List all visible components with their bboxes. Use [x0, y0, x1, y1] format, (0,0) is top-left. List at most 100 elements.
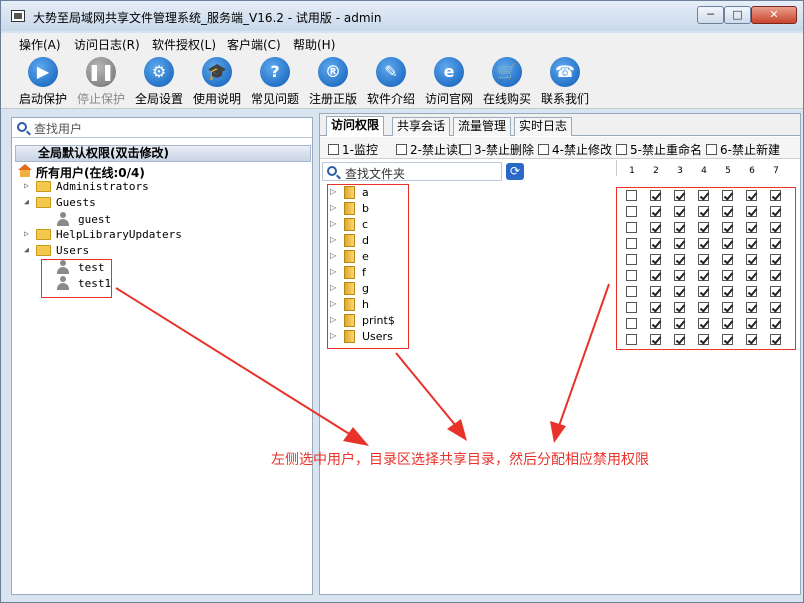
search-icon [327, 166, 337, 176]
column-number: 3 [677, 166, 683, 176]
all-users-label: 所有用户(在线:0/4) [36, 166, 145, 180]
question-icon: ? [260, 57, 290, 87]
permission-option-label: 3-禁止删除 [474, 143, 534, 157]
menu-client[interactable]: 客户端(C) [227, 36, 281, 53]
permission-option-label: 1-监控 [342, 143, 378, 157]
app-icon [11, 10, 25, 22]
toolbar-button-label: 联系我们 [540, 92, 589, 106]
tab-traffic[interactable]: 流量管理 [453, 117, 512, 136]
toolbar-button-10[interactable]: ☎ 联系我们 [536, 55, 594, 107]
toolbar-button-label: 在线购买 [482, 92, 531, 106]
toolbar-button-7[interactable]: ✎ 软件介绍 [362, 55, 420, 107]
permission-option-1[interactable]: 1-监控 [328, 141, 378, 158]
pause-icon: ❚❚ [86, 57, 116, 87]
permission-column-header: 1 2 3 4 5 6 7 [618, 166, 800, 180]
toolbar-button-label: 常见问题 [250, 92, 299, 106]
user-label: guest [78, 213, 112, 226]
column-number: 6 [749, 166, 755, 176]
toolbar-button-3[interactable]: ⚙ 全局设置 [130, 55, 188, 107]
app-window: 大势至局域网共享文件管理系统_服务端_V16.2 - 试用版 - admin ─… [0, 0, 804, 603]
column-number: 4 [701, 166, 707, 176]
permission-options-bar: 1-监控 2-禁止读取 3-禁止删除 4-禁止修改 5-禁止重命名 6-禁止新建 [320, 137, 800, 159]
user-icon [56, 212, 70, 226]
menu-access-log[interactable]: 访问日志(R) [74, 36, 140, 53]
shopping-cart-icon: 🛒 [492, 57, 522, 87]
permission-option-label: 6-禁止新建 [720, 143, 780, 157]
group-node[interactable]: ◢ Users [24, 244, 274, 258]
maximize-button[interactable]: □ [724, 6, 751, 24]
group-node[interactable]: ▷ Administrators [24, 180, 274, 194]
graduation-cap-icon: 🎓 [202, 57, 232, 87]
toolbar-button-5[interactable]: ? 常见问题 [246, 55, 304, 107]
column-number: 5 [725, 166, 731, 176]
refresh-button[interactable]: ⟳ [506, 163, 524, 180]
toolbar-button-label: 注册正版 [308, 92, 357, 106]
minimize-button[interactable]: ─ [697, 6, 724, 24]
toolbar-button-label: 访问官网 [424, 92, 473, 106]
toolbar-button-8[interactable]: e 访问官网 [420, 55, 478, 107]
permission-option-5[interactable]: 5-禁止重命名 [616, 141, 702, 158]
permission-option-6[interactable]: 6-禁止新建 [706, 141, 780, 158]
window-title: 大势至局域网共享文件管理系统_服务端_V16.2 - 试用版 - admin [33, 11, 382, 25]
column-separator [616, 160, 617, 176]
folder-icon [36, 229, 51, 240]
close-button[interactable]: ✕ [751, 6, 797, 24]
toolbar: ▶ 启动保护 ❚❚ 停止保护 ⚙ 全局设置 🎓 使用说明? 常见问题 ® 注册正版 ✎ 软件介绍 e 访问官… [1, 53, 803, 109]
folder-icon [36, 181, 51, 192]
toolbar-button-6[interactable]: ® 注册正版 [304, 55, 362, 107]
tab-strip: 访问权限 共享会话 流量管理 实时日志 [320, 114, 800, 136]
user-node[interactable]: guest [56, 212, 176, 227]
checkbox[interactable] [396, 144, 407, 155]
toolbar-button-9[interactable]: 🛒 在线购买 [478, 55, 536, 107]
instruction-annotation: 左侧选中用户，目录区选择共享目录，然后分配相应禁用权限 [271, 452, 649, 468]
menu-bar: 操作(A) 访问日志(R) 软件授权(L) 客户端(C) 帮助(H) [1, 33, 803, 53]
all-users-node[interactable]: 所有用户(在线:0/4) [18, 164, 145, 181]
permission-option-label: 5-禁止重命名 [630, 143, 702, 157]
expander-icon[interactable]: ▷ [24, 181, 32, 191]
gear-icon: ⚙ [144, 57, 174, 87]
search-icon [17, 122, 27, 132]
folder-search-placeholder: 查找文件夹 [345, 167, 406, 181]
folder-icon [36, 245, 51, 256]
toolbar-button-2: ❚❚ 停止保护 [72, 55, 130, 107]
tab-access-permission[interactable]: 访问权限 [326, 116, 385, 136]
permission-option-3[interactable]: 3-禁止删除 [460, 141, 534, 158]
group-node[interactable]: ▷ HelpLibraryUpdaters [24, 228, 274, 242]
registered-icon: ® [318, 57, 348, 87]
highlight-users-box [41, 259, 112, 298]
column-number: 1 [629, 166, 635, 176]
home-icon [18, 164, 32, 177]
tab-realtime-log[interactable]: 实时日志 [514, 117, 573, 136]
toolbar-button-label: 全局设置 [134, 92, 183, 106]
folder-search-input[interactable]: 查找文件夹 [322, 162, 502, 181]
group-label: Guests [56, 196, 96, 209]
tab-share-session[interactable]: 共享会话 [392, 117, 451, 136]
toolbar-button-label: 启动保护 [18, 92, 67, 106]
checkbox[interactable] [538, 144, 549, 155]
group-label: Users [56, 244, 90, 257]
expander-icon[interactable]: ◢ [24, 197, 32, 207]
user-search-input[interactable]: 查找用户 [12, 118, 312, 138]
checkbox[interactable] [328, 144, 339, 155]
toolbar-button-1[interactable]: ▶ 启动保护 [14, 55, 72, 107]
toolbar-button-4[interactable]: 🎓 使用说明 [188, 55, 246, 107]
permission-option-2[interactable]: 2-禁止读取 [396, 141, 470, 158]
toolbar-button-label: 使用说明 [192, 92, 241, 106]
column-number: 7 [773, 166, 779, 176]
highlight-permissions-box [616, 187, 796, 350]
permission-option-4[interactable]: 4-禁止修改 [538, 141, 612, 158]
expander-icon[interactable]: ▷ [24, 229, 32, 239]
menu-license[interactable]: 软件授权(L) [152, 36, 216, 53]
title-bar: 大势至局域网共享文件管理系统_服务端_V16.2 - 试用版 - admin ─… [1, 1, 803, 31]
checkbox[interactable] [616, 144, 627, 155]
menu-operate[interactable]: 操作(A) [19, 36, 61, 53]
highlight-folders-box [327, 184, 409, 349]
document-edit-icon: ✎ [376, 57, 406, 87]
expander-icon[interactable]: ◢ [24, 245, 32, 255]
ie-browser-icon: e [434, 57, 464, 87]
checkbox[interactable] [460, 144, 471, 155]
checkbox[interactable] [706, 144, 717, 155]
menu-help[interactable]: 帮助(H) [293, 36, 335, 53]
group-node[interactable]: ◢ Guests [24, 196, 274, 210]
global-default-permission[interactable]: 全局默认权限(双击修改) [15, 145, 311, 162]
